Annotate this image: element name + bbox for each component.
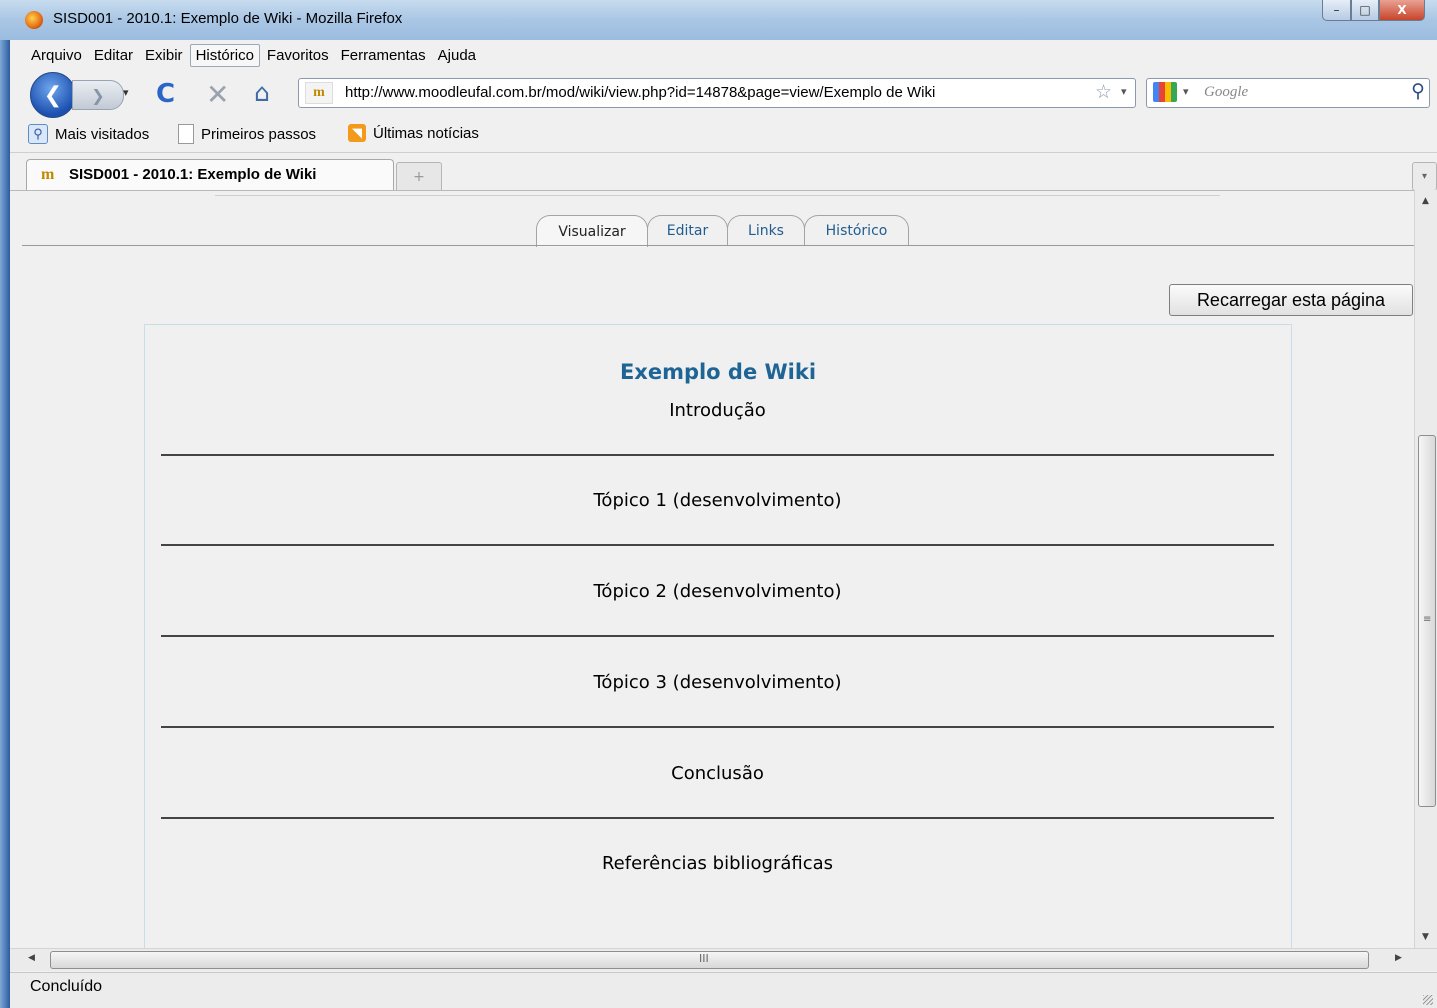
page-icon xyxy=(178,124,194,144)
title-bar[interactable]: SISD001 - 2010.1: Exemplo de Wiki - Mozi… xyxy=(0,0,1437,40)
resize-grip-icon[interactable] xyxy=(1423,995,1433,1005)
section-topico-1: Tópico 1 (desenvolvimento) xyxy=(593,490,842,511)
bookmark-ultimas-noticias[interactable]: ◥ Últimas notícias xyxy=(348,124,479,142)
menu-historico[interactable]: Histórico xyxy=(189,43,260,67)
status-text: Concluído xyxy=(30,978,103,995)
window-controls: – □ X xyxy=(1322,0,1425,22)
scroll-right-icon[interactable]: ▶ xyxy=(1395,953,1402,963)
scroll-left-icon[interactable]: ◀ xyxy=(28,953,35,963)
status-bar: Concluído xyxy=(10,972,1437,1008)
tab-favicon-icon: m xyxy=(41,166,55,183)
section-divider xyxy=(161,726,1274,728)
window-left-edge xyxy=(0,40,10,1008)
tab-strip: m SISD001 - 2010.1: Exemplo de Wiki + ▾ xyxy=(10,152,1437,192)
section-divider xyxy=(161,817,1274,819)
magnifier-icon: ⚲ xyxy=(28,124,48,144)
tab-historico[interactable]: Histórico xyxy=(804,215,909,246)
menu-arquivo[interactable]: Arquivo xyxy=(26,45,87,66)
search-box[interactable]: ▾ Google ⚲ xyxy=(1146,78,1430,108)
engine-dropdown-icon[interactable]: ▾ xyxy=(1183,85,1189,98)
url-text[interactable]: http://www.moodleufal.com.br/mod/wiki/vi… xyxy=(345,84,935,101)
bookmark-label: Últimas notícias xyxy=(373,124,479,142)
menu-exibir[interactable]: Exibir xyxy=(140,45,188,66)
header-divider xyxy=(215,195,1220,196)
menu-editar[interactable]: Editar xyxy=(89,45,138,66)
url-dropdown-icon[interactable]: ▾ xyxy=(1121,85,1127,98)
section-divider xyxy=(161,544,1274,546)
horizontal-scroll-thumb[interactable]: III xyxy=(50,951,1369,969)
bookmark-label: Mais visitados xyxy=(55,125,150,143)
back-arrow-icon: ❮ xyxy=(43,82,63,108)
maximize-button[interactable]: □ xyxy=(1351,0,1379,21)
window-title: SISD001 - 2010.1: Exemplo de Wiki - Mozi… xyxy=(53,10,403,27)
tab-list-button[interactable]: ▾ xyxy=(1412,162,1437,191)
scroll-up-icon[interactable]: ▲ xyxy=(1422,196,1429,206)
scroll-down-icon[interactable]: ▼ xyxy=(1422,932,1429,942)
minimize-button[interactable]: – xyxy=(1322,0,1351,21)
forward-button[interactable]: ❯ xyxy=(72,80,124,110)
section-topico-2: Tópico 2 (desenvolvimento) xyxy=(593,581,842,602)
tab-visualizar[interactable]: Visualizar xyxy=(536,215,648,247)
grip-icon: ≡ xyxy=(1423,614,1432,625)
tab-links[interactable]: Links xyxy=(727,215,805,246)
firefox-icon xyxy=(25,11,43,29)
navigation-toolbar: ❮ ❯ ▾ C ✕ ⌂ m http://www.moodleufal.com.… xyxy=(10,70,1437,118)
tab-editar[interactable]: Editar xyxy=(647,215,728,246)
menu-ferramentas[interactable]: Ferramentas xyxy=(336,45,431,66)
menu-favoritos[interactable]: Favoritos xyxy=(262,45,334,66)
url-bar[interactable]: m http://www.moodleufal.com.br/mod/wiki/… xyxy=(298,78,1136,108)
menu-bar: Arquivo Editar Exibir Histórico Favorito… xyxy=(10,40,1437,70)
bookmark-mais-visitados[interactable]: ⚲ Mais visitados xyxy=(28,124,149,144)
tab-title: SISD001 - 2010.1: Exemplo de Wiki xyxy=(69,166,317,183)
browser-client: Arquivo Editar Exibir Histórico Favorito… xyxy=(10,40,1437,1008)
stop-icon[interactable]: ✕ xyxy=(206,78,229,111)
bookmark-primeiros-passos[interactable]: Primeiros passos xyxy=(178,124,316,144)
rss-icon: ◥ xyxy=(348,124,366,142)
search-input[interactable]: Google xyxy=(1204,84,1248,101)
vertical-scrollbar[interactable]: ▲ ≡ ▼ xyxy=(1414,190,1437,948)
home-icon[interactable]: ⌂ xyxy=(254,78,270,107)
forward-arrow-icon: ❯ xyxy=(91,85,105,105)
section-divider xyxy=(161,635,1274,637)
site-favicon-icon: m xyxy=(305,82,333,104)
google-engine-icon[interactable] xyxy=(1153,82,1177,102)
page-viewport: Visualizar Editar Links Histórico Recarr… xyxy=(10,190,1414,949)
wiki-tabs: Visualizar Editar Links Histórico xyxy=(536,215,909,247)
search-icon[interactable]: ⚲ xyxy=(1411,80,1425,102)
history-dropdown-icon[interactable]: ▾ xyxy=(123,86,129,99)
section-introducao: Introdução xyxy=(669,400,766,421)
horizontal-scrollbar[interactable]: ◀ III ▶ xyxy=(10,948,1437,971)
bookmarks-toolbar: ⚲ Mais visitados Primeiros passos ◥ Últi… xyxy=(10,120,1437,150)
tab-active[interactable]: m SISD001 - 2010.1: Exemplo de Wiki xyxy=(26,159,394,192)
reload-icon[interactable]: C xyxy=(156,79,175,109)
section-conclusao: Conclusão xyxy=(671,763,764,784)
wiki-content-box: Exemplo de Wiki Introdução Tópico 1 (des… xyxy=(144,324,1292,949)
vertical-scroll-thumb[interactable]: ≡ xyxy=(1418,435,1436,807)
tabs-baseline xyxy=(22,245,1414,246)
menu-ajuda[interactable]: Ajuda xyxy=(433,45,481,66)
bookmark-star-icon[interactable]: ☆ xyxy=(1095,81,1112,103)
section-divider xyxy=(161,454,1274,456)
bookmark-label: Primeiros passos xyxy=(201,125,317,143)
firefox-window: SISD001 - 2010.1: Exemplo de Wiki - Mozi… xyxy=(0,0,1437,1008)
back-button[interactable]: ❮ xyxy=(30,72,76,118)
section-topico-3: Tópico 3 (desenvolvimento) xyxy=(593,672,842,693)
reload-page-button[interactable]: Recarregar esta página xyxy=(1169,284,1413,316)
section-referencias: Referências bibliográficas xyxy=(601,853,834,874)
close-button[interactable]: X xyxy=(1379,0,1425,21)
grip-icon: III xyxy=(699,952,709,965)
new-tab-button[interactable]: + xyxy=(396,162,442,190)
wiki-title: Exemplo de Wiki xyxy=(619,360,817,384)
